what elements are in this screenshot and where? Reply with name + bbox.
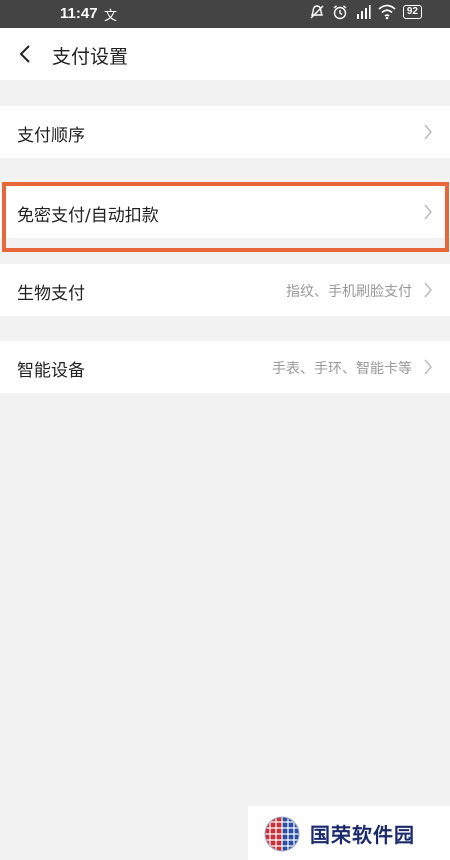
watermark: 国荣软件园 [248,806,450,860]
setting-label: 生物支付 [17,284,85,304]
status-icons: 92 [309,4,422,20]
setting-password-free-payment[interactable]: 免密支付/自动扣款 [0,186,450,238]
chevron-right-icon [423,359,433,375]
watermark-text: 国荣软件园 [310,823,415,847]
alarm-icon [332,4,348,20]
chevron-right-icon [423,124,433,140]
setting-label: 支付顺序 [17,126,85,146]
setting-smart-devices[interactable]: 智能设备 手表、手环、智能卡等 [0,341,450,393]
mute-icon [309,4,325,20]
chevron-right-icon [423,282,433,298]
setting-biometric-payment[interactable]: 生物支付 指纹、手机刷脸支付 [0,264,450,316]
nav-header: 支付设置 [0,28,450,80]
battery-icon: 92 [402,5,422,19]
setting-value: 手表、手环、智能卡等 [272,361,412,377]
status-bar: 11:47 文 92 [0,0,450,28]
status-time: 11:47 [60,5,98,22]
setting-value: 指纹、手机刷脸支付 [286,284,412,300]
signal-icon [355,4,371,20]
notification-icon: 文 [104,8,118,23]
page-title: 支付设置 [52,46,129,68]
setting-payment-order[interactable]: 支付顺序 [0,106,450,158]
globe-logo-icon [262,814,302,854]
chevron-right-icon [423,204,433,220]
setting-label: 免密支付/自动扣款 [17,206,159,226]
back-arrow-icon[interactable] [14,42,38,66]
setting-label: 智能设备 [17,361,85,381]
wifi-icon [378,4,396,20]
